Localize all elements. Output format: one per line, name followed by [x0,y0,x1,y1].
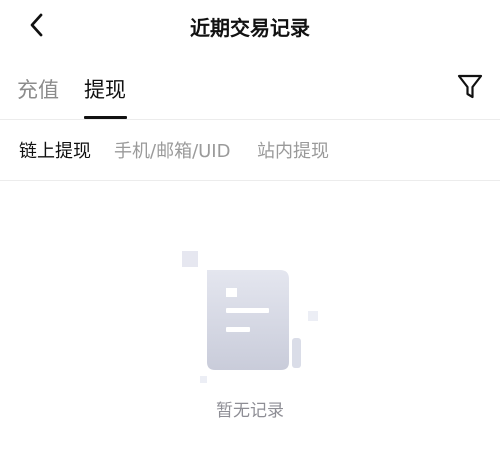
subtab-internal-withdraw[interactable]: 站内提现 [257,137,329,163]
empty-state-message: 暂无记录 [216,401,284,421]
empty-document-icon [182,251,318,383]
page-title: 近期交易记录 [190,16,310,40]
withdraw-type-tabs: 链上提现 手机/邮箱/UID 站内提现 [0,137,500,165]
subtab-onchain-withdraw[interactable]: 链上提现 [19,137,91,163]
tab-bar: 充值 提现 [0,66,500,119]
tab-withdraw[interactable]: 提现 [84,74,126,104]
empty-state-illustration [176,244,326,390]
tab-deposit[interactable]: 充值 [17,74,59,104]
subtab-phone-email-uid[interactable]: 手机/邮箱/UID [114,137,230,163]
top-bar: 近期交易记录 [0,0,500,52]
divider [0,180,500,181]
filter-funnel-icon [457,74,483,99]
divider [0,119,500,120]
filter-button[interactable] [456,73,484,101]
